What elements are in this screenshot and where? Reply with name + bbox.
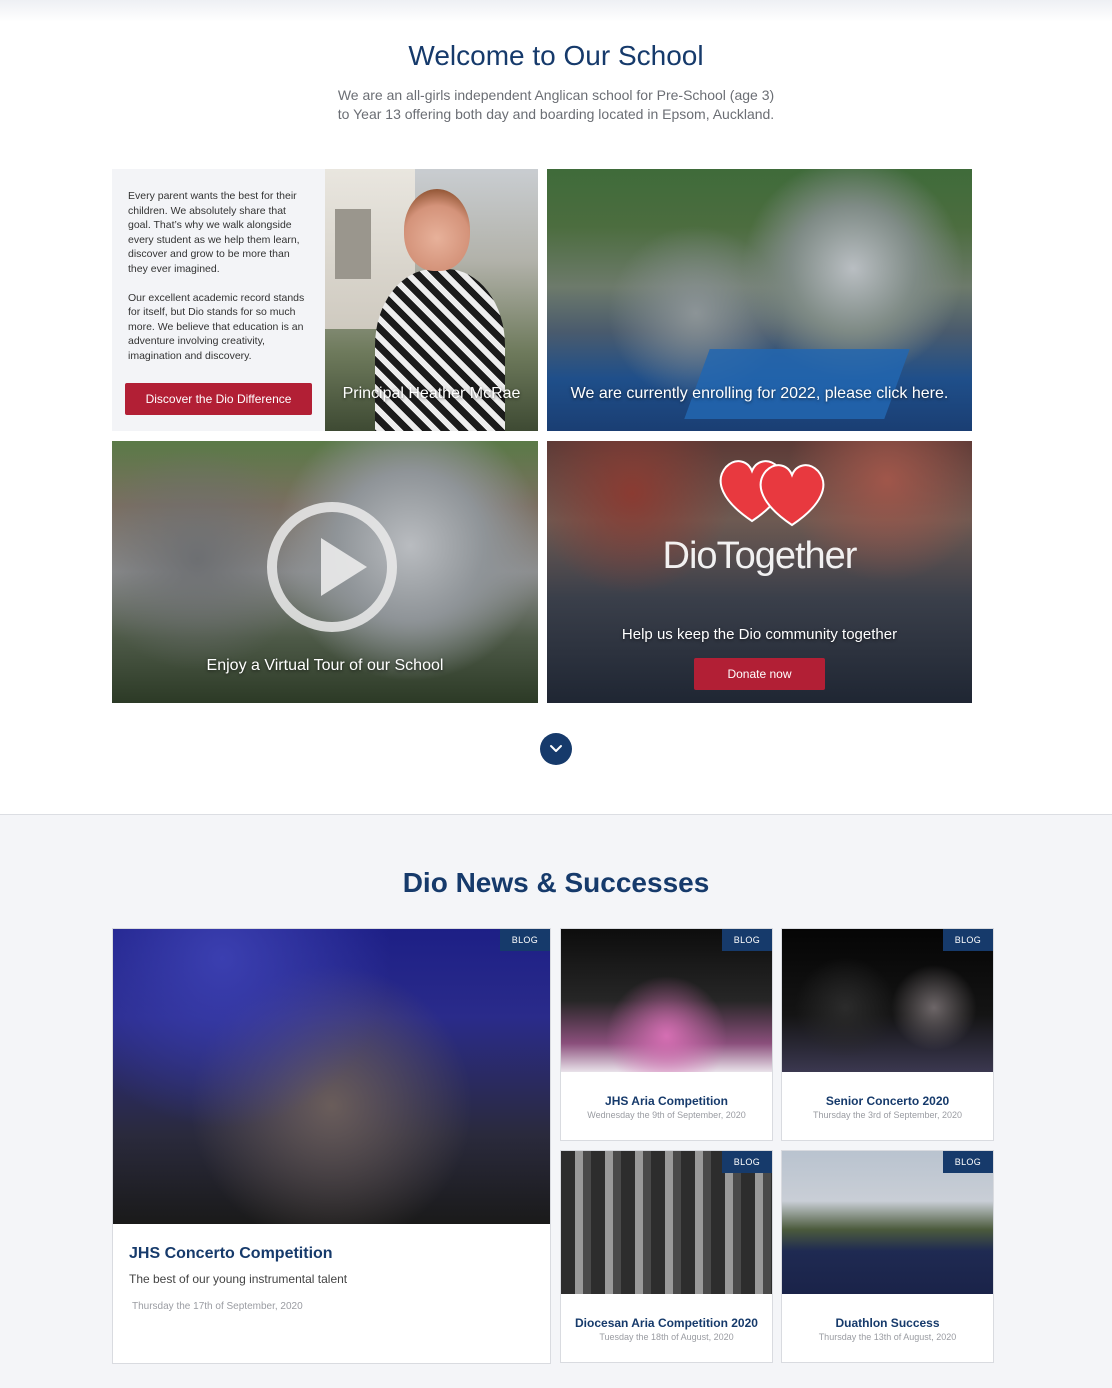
- blog-badge: BLOG: [721, 929, 772, 951]
- intro-box: Every parent wants the best for their ch…: [112, 169, 325, 431]
- blog-badge: BLOG: [721, 1151, 772, 1173]
- news-subtitle-featured: The best of our young instrumental talen…: [129, 1272, 348, 1286]
- blog-badge: BLOG: [942, 929, 993, 951]
- news-card[interactable]: BLOG Senior Concerto 2020 Thursday the 3…: [781, 928, 994, 1141]
- news-card-title[interactable]: Senior Concerto 2020: [782, 1094, 993, 1108]
- dio-together-brand: DioTogether: [662, 535, 858, 577]
- dio-together-tile: DioTogether Help us keep the Dio communi…: [547, 441, 972, 703]
- intro-paragraph-2: Our excellent academic record stands for…: [128, 291, 305, 362]
- news-card-title[interactable]: Duathlon Success: [782, 1316, 993, 1330]
- welcome-title: Welcome to Our School: [408, 40, 704, 71]
- news-card-date: Tuesday the 18th of August, 2020: [599, 1332, 734, 1342]
- news-card-title[interactable]: Diocesan Aria Competition 2020: [561, 1316, 772, 1330]
- tour-caption: Enjoy a Virtual Tour of our School: [206, 657, 444, 674]
- news-card[interactable]: BLOG Duathlon Success Thursday the 13th …: [781, 1150, 994, 1363]
- hearts-icon: [719, 460, 825, 527]
- news-card-featured[interactable]: BLOG JHS Concerto Competition The best o…: [112, 928, 551, 1364]
- news-title-featured[interactable]: JHS Concerto Competition: [129, 1245, 333, 1263]
- news-card-date: Thursday the 13th of August, 2020: [818, 1332, 957, 1342]
- together-caption: Help us keep the Dio community together: [621, 626, 898, 643]
- enrol-tile[interactable]: We are currently enrolling for 2022, ple…: [547, 169, 972, 431]
- blog-badge: BLOG: [499, 929, 550, 951]
- chevron-down-icon: [550, 745, 562, 752]
- sports-field: [684, 349, 910, 419]
- principal-portrait: [404, 189, 470, 271]
- news-card-date: Wednesday the 9th of September, 2020: [587, 1110, 746, 1120]
- welcome-intro-line-2: to Year 13 offering both day and boardin…: [337, 106, 775, 122]
- news-card[interactable]: BLOG JHS Aria Competition Wednesday the …: [560, 928, 773, 1141]
- welcome-intro: We are an all-girls independent Anglican…: [336, 86, 776, 124]
- news-card-title[interactable]: JHS Aria Competition: [561, 1094, 772, 1108]
- top-fade: [0, 0, 1112, 22]
- welcome-intro-line-1: We are an all-girls independent Anglican…: [337, 87, 775, 103]
- virtual-tour-tile[interactable]: Enjoy a Virtual Tour of our School: [112, 441, 538, 703]
- news-image-featured: [113, 929, 550, 1224]
- news-card[interactable]: BLOG Diocesan Aria Competition 2020 Tues…: [560, 1150, 773, 1363]
- play-icon[interactable]: [267, 502, 397, 632]
- news-title: Dio News & Successes: [402, 867, 710, 898]
- principal-caption: Principal Heather McRae: [342, 385, 521, 402]
- principal-tile[interactable]: Principal Heather McRae: [325, 169, 538, 431]
- door: [335, 209, 371, 279]
- blog-badge: BLOG: [942, 1151, 993, 1173]
- play-triangle: [321, 538, 367, 596]
- news-card-date: Thursday the 3rd of September, 2020: [812, 1110, 963, 1120]
- news-date-featured: Thursday the 17th of September, 2020: [132, 1301, 303, 1312]
- enrol-caption: We are currently enrolling for 2022, ple…: [570, 385, 949, 402]
- principal-figure: [375, 269, 505, 431]
- discover-difference-button[interactable]: Discover the Dio Difference: [125, 383, 312, 415]
- scroll-down-button[interactable]: [540, 733, 572, 765]
- intro-paragraph-1: Every parent wants the best for their ch…: [128, 190, 300, 275]
- donate-button[interactable]: Donate now: [694, 658, 825, 690]
